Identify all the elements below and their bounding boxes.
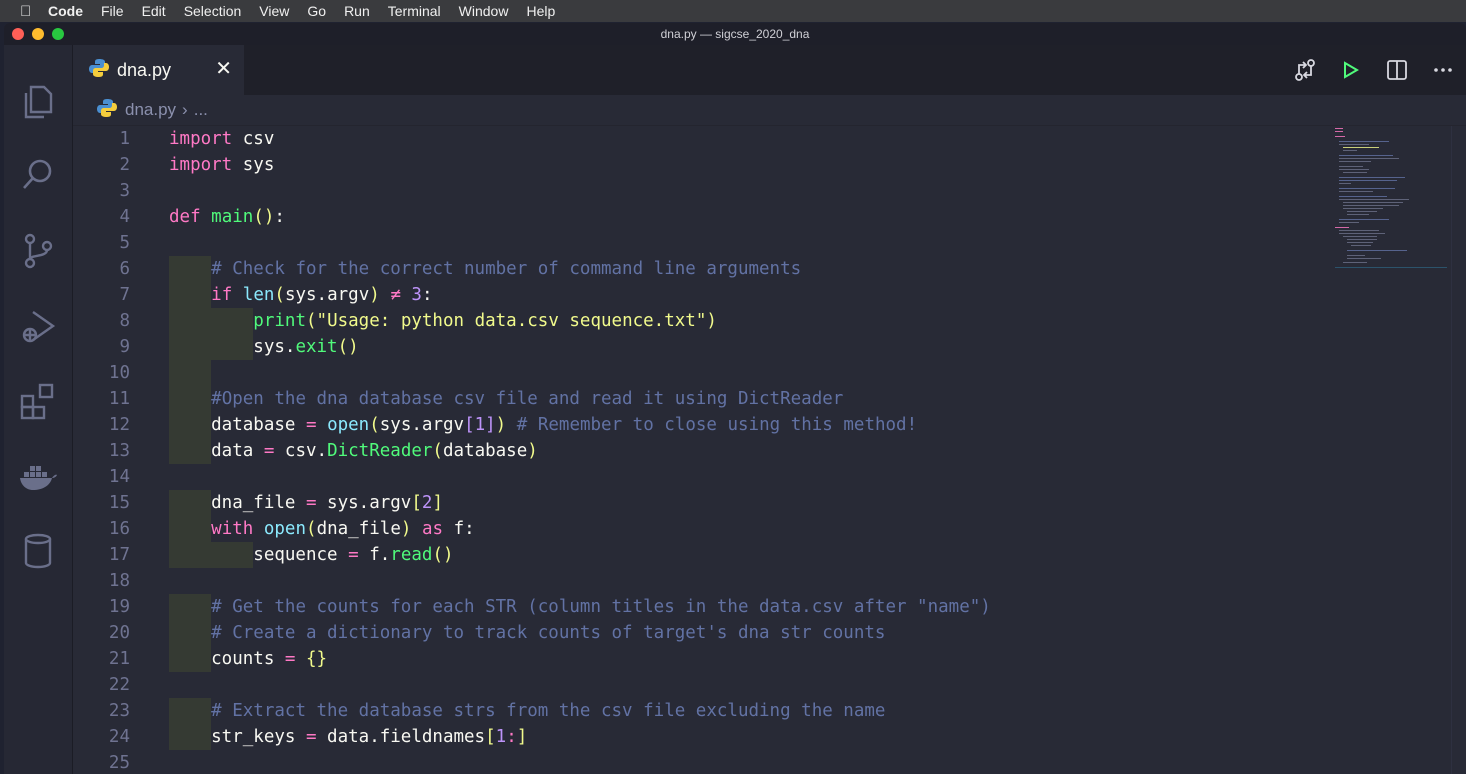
menu-window[interactable]: Window <box>459 3 509 19</box>
code-line-16: 16 with open(dna_file) as f: <box>108 519 475 539</box>
editor-actions <box>1282 45 1466 95</box>
code-line-2: 2 import sys <box>119 155 275 175</box>
menu-selection[interactable]: Selection <box>184 3 242 19</box>
code-line-1: 1 import csv <box>119 129 275 149</box>
code-line-7: 7 if len(sys.argv) ≠ 3: <box>119 285 433 305</box>
code-line-17: 17 sequence = f.read() <box>108 545 454 565</box>
search-icon[interactable] <box>18 155 58 195</box>
title-bar: dna.py — sigcse_2020_dna <box>4 23 1466 45</box>
minimap[interactable] <box>1335 126 1447 276</box>
code-line-22: 22 <box>108 675 130 695</box>
close-window-button[interactable] <box>12 28 24 40</box>
breadcrumb: dna.py › ... <box>73 95 1466 126</box>
traffic-lights <box>12 28 64 40</box>
explorer-icon[interactable] <box>18 81 58 121</box>
extensions-icon[interactable] <box>18 381 58 421</box>
minimize-window-button[interactable] <box>32 28 44 40</box>
breadcrumb-separator: › <box>182 100 188 119</box>
code-line-11: 11 #Open the dna database csv file and r… <box>108 389 844 409</box>
code-line-19: 19 # Get the counts for each STR (column… <box>108 597 991 617</box>
breadcrumb-file[interactable]: dna.py <box>125 100 176 120</box>
code-line-12: 12 database = open(sys.argv[1]) # Rememb… <box>108 415 918 435</box>
tab-label: dna.py <box>117 59 172 80</box>
code-editor[interactable]: 1 import csv 2 import sys 3 4 def main(): 5… <box>73 126 1466 774</box>
code-line-9: 9 sys.exit() <box>119 337 359 357</box>
close-tab-icon[interactable]: ✕ <box>215 59 232 79</box>
activity-bar <box>4 45 73 774</box>
code-line-3: 3 <box>119 181 130 201</box>
code-line-10: 10 <box>108 363 130 383</box>
window-title: dna.py — sigcse_2020_dna <box>660 27 810 41</box>
code-line-23: 23 # Extract the database strs from the … <box>108 701 886 721</box>
menu-go[interactable]: Go <box>307 3 326 19</box>
code-line-5: 5 <box>119 233 130 253</box>
code-line-8: 8 print("Usage: python data.csv sequence… <box>119 311 717 331</box>
menu-terminal[interactable]: Terminal <box>388 3 441 19</box>
python-file-icon <box>97 98 117 123</box>
menu-file[interactable]: File <box>101 3 124 19</box>
run-debug-icon[interactable] <box>18 307 58 347</box>
code-line-18: 18 <box>108 571 130 591</box>
source-control-icon[interactable] <box>18 231 58 271</box>
more-actions-icon[interactable] <box>1420 45 1466 95</box>
macos-menu-bar:  Code File Edit Selection View Go Run T… <box>0 0 1466 22</box>
menu-help[interactable]: Help <box>526 3 555 19</box>
menu-view[interactable]: View <box>259 3 289 19</box>
run-icon[interactable] <box>1328 45 1374 95</box>
apple-icon[interactable]:  <box>20 3 48 20</box>
code-line-4: 4 def main(): <box>119 207 285 227</box>
menu-edit[interactable]: Edit <box>142 3 166 19</box>
tab-dna-py[interactable]: dna.py ✕ <box>73 45 244 95</box>
code-line-15: 15 dna_file = sys.argv[2] <box>108 493 443 513</box>
code-line-20: 20 # Create a dictionary to track counts… <box>108 623 886 643</box>
menu-app-name[interactable]: Code <box>48 3 83 19</box>
compare-changes-icon[interactable] <box>1282 45 1328 95</box>
split-editor-icon[interactable] <box>1374 45 1420 95</box>
breadcrumb-symbols[interactable]: ... <box>194 100 208 120</box>
editor-tabs-bar: dna.py ✕ <box>73 45 1466 95</box>
code-line-6: 6 # Check for the correct number of comm… <box>119 259 802 279</box>
code-line-21: 21 counts = {} <box>108 649 328 669</box>
zoom-window-button[interactable] <box>52 28 64 40</box>
database-icon[interactable] <box>18 531 58 571</box>
python-file-icon <box>89 58 109 83</box>
code-line-24: 24 str_keys = data.fieldnames[1:] <box>108 727 528 747</box>
vscode-window: dna.py — sigcse_2020_dna dna.py ✕ dna.py… <box>4 23 1466 774</box>
code-line-13: 13 data = csv.DictReader(database) <box>108 441 538 461</box>
docker-icon[interactable] <box>18 457 58 497</box>
code-line-14: 14 <box>108 467 130 487</box>
vertical-scrollbar[interactable] <box>1451 126 1466 774</box>
code-line-25: 25 <box>108 753 130 773</box>
menu-run[interactable]: Run <box>344 3 370 19</box>
